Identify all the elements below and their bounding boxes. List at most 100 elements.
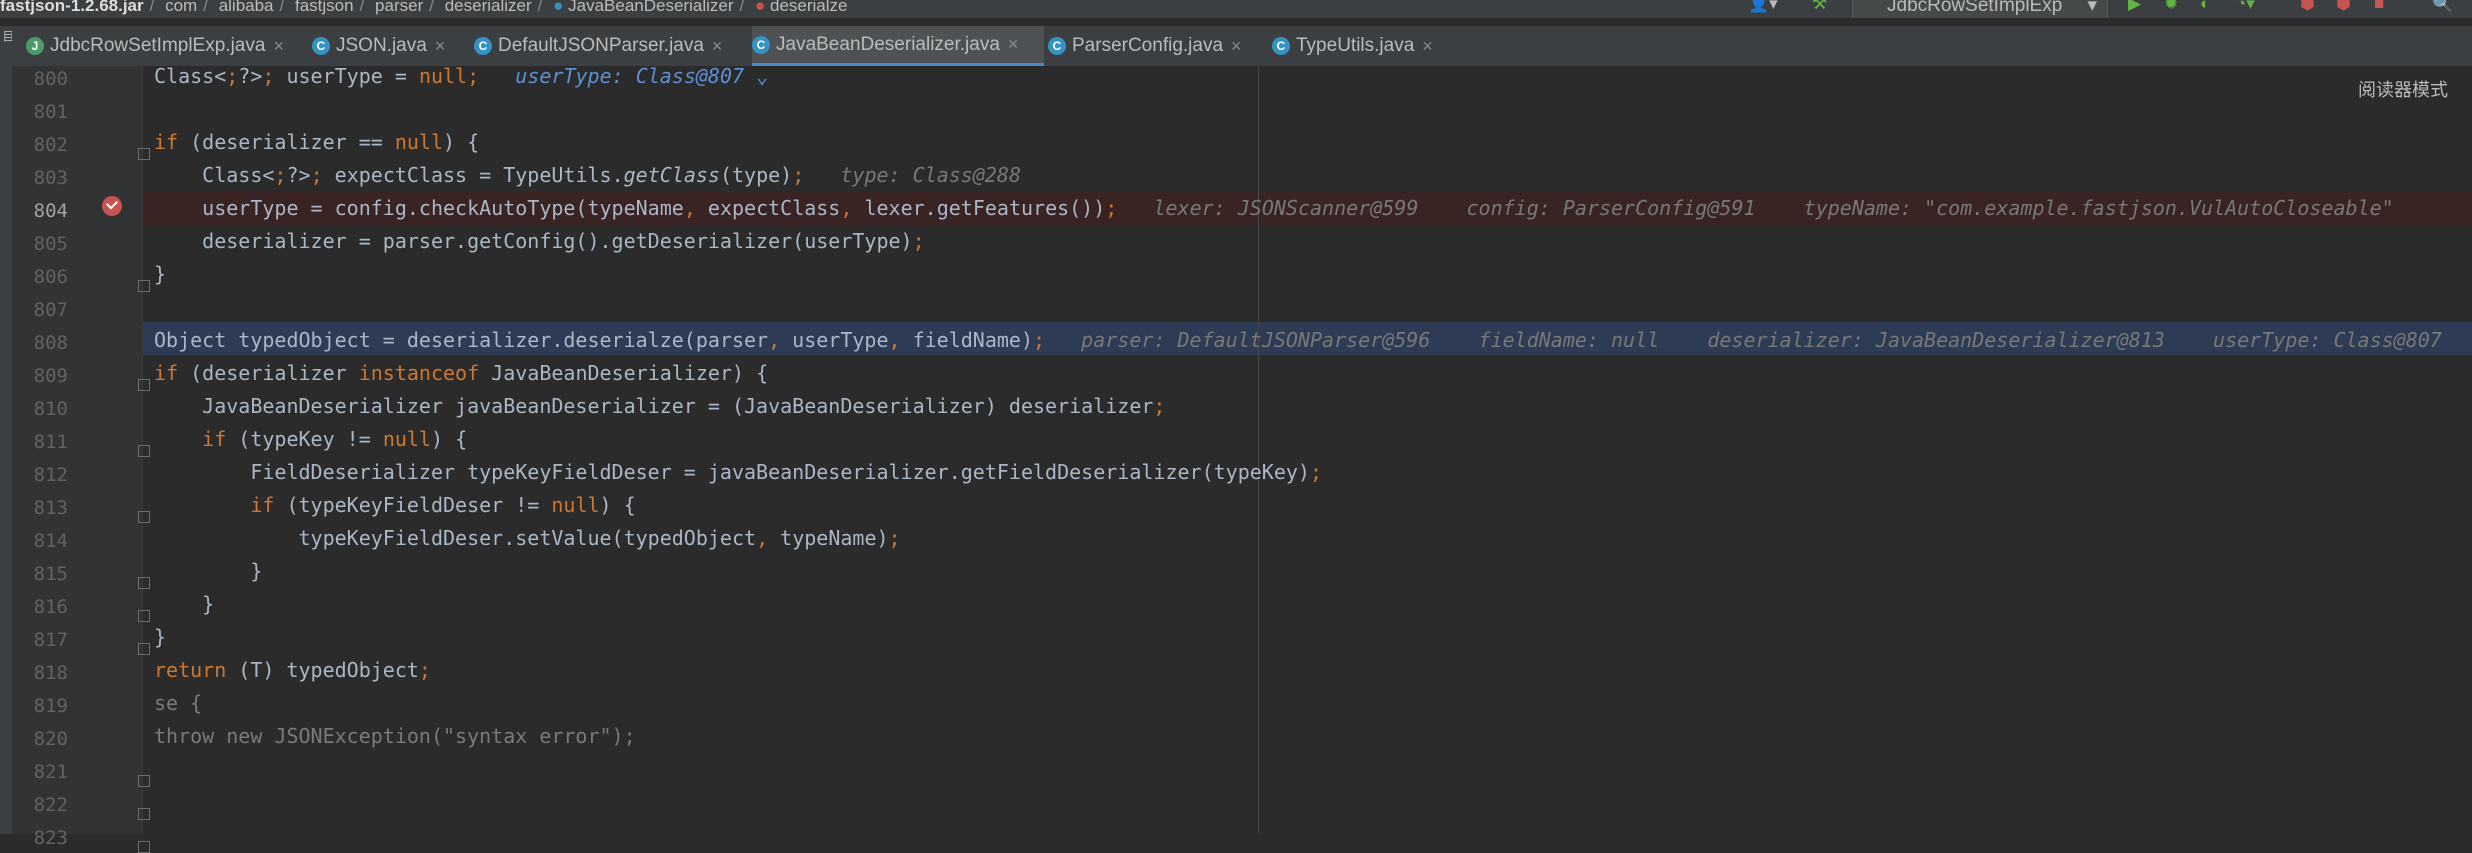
line-number: 814 xyxy=(33,530,68,552)
fold-marker-icon[interactable] xyxy=(138,610,150,622)
code-line[interactable]: } xyxy=(154,588,214,621)
code-line[interactable]: if (typeKey != null) { xyxy=(154,423,467,456)
breadcrumb-fastjson[interactable]: fastjson xyxy=(295,0,354,15)
line-number: 820 xyxy=(33,728,68,750)
code-line[interactable]: deserializer = parser.getConfig().getDes… xyxy=(154,225,924,258)
line-number: 809 xyxy=(33,365,68,387)
line-number: 812 xyxy=(33,464,68,486)
code-line[interactable]: Class<;?>; userType = null; userType: Cl… xyxy=(154,60,768,93)
attach-debugger-icon[interactable]: ⬢ xyxy=(2300,0,2315,14)
code-line[interactable]: se { xyxy=(154,687,202,720)
code-line[interactable]: FieldDeserializer typeKeyFieldDeser = ja… xyxy=(154,456,1322,489)
tab-javabeandeserializer[interactable]: C JavaBeanDeserializer.java × xyxy=(752,26,1044,66)
code-line[interactable]: typeKeyFieldDeser.setValue(typedObject, … xyxy=(154,522,900,555)
project-tool-strip[interactable]: 目 xyxy=(0,26,15,834)
inline-debug-value: parser: DefaultJSONParser@596 fieldName:… xyxy=(1045,328,2442,352)
close-icon[interactable]: × xyxy=(273,36,284,57)
breadcrumb-deserializer[interactable]: deserializer xyxy=(445,0,532,15)
method-icon: ● xyxy=(754,0,766,15)
code-line[interactable]: } xyxy=(154,621,166,654)
fold-marker-icon[interactable] xyxy=(138,775,150,787)
code-text: userType = config.checkAutoType(typeName… xyxy=(154,196,1118,220)
class-icon: C xyxy=(474,37,492,55)
run-config-selector[interactable]: JdbcRowSetImplExp ▾ xyxy=(1852,0,2108,18)
line-number: 821 xyxy=(33,761,68,783)
line-number: 811 xyxy=(33,431,68,453)
code-line[interactable]: } xyxy=(154,258,166,291)
close-icon[interactable]: × xyxy=(1008,34,1019,55)
navigation-bar: fastjson-1.2.68.jar / com / alibaba / fastj… xyxy=(0,0,2472,18)
rerun-icon[interactable]: ⬢ xyxy=(2336,0,2351,14)
line-number: 818 xyxy=(33,662,68,684)
breadcrumb-method[interactable]: deserialze xyxy=(770,0,848,15)
profile-icon[interactable]: ◔▾ xyxy=(2236,0,2255,14)
code-line[interactable]: if (deserializer instanceof JavaBeanDese… xyxy=(154,357,768,390)
inline-debug-value: lexer: JSONScanner@599 config: ParserCon… xyxy=(1117,196,2394,220)
code-text: throw new JSONException("syntax error"); xyxy=(154,724,636,748)
code-text: return (T) typedObject; xyxy=(154,658,431,682)
code-text: if (typeKey != null) { xyxy=(202,427,468,451)
close-icon[interactable]: × xyxy=(435,36,446,57)
code-text: } xyxy=(154,262,167,286)
line-number: 822 xyxy=(33,794,68,816)
code-line[interactable]: return (T) typedObject; xyxy=(154,654,431,687)
tab-parserconfig[interactable]: C ParserConfig.java × xyxy=(1048,26,1268,66)
inline-debug-value: type: Class@288 xyxy=(804,163,1022,187)
line-number: 813 xyxy=(33,497,68,519)
fold-marker-icon[interactable] xyxy=(138,643,150,655)
breadcrumb-alibaba[interactable]: alibaba xyxy=(219,0,274,15)
breadcrumb-com[interactable]: com xyxy=(165,0,197,15)
line-number: 803 xyxy=(33,167,68,189)
code-line[interactable]: } xyxy=(154,555,262,588)
user-icon[interactable]: 👤▾ xyxy=(1748,0,1778,14)
reader-mode-toggle[interactable]: 阅读器模式 xyxy=(2358,76,2448,102)
chevron-down-icon: ▾ xyxy=(2087,0,2097,16)
tab-label: JdbcRowSetImplExp.java xyxy=(50,35,266,56)
fold-marker-icon[interactable] xyxy=(138,280,150,292)
tab-label: TypeUtils.java xyxy=(1296,35,1415,56)
inline-debug-value[interactable]: userType: Class@807 ⌄ xyxy=(479,64,768,88)
code-text: Object typedObject = deserializer.deseri… xyxy=(154,328,1046,352)
breadcrumb-jar[interactable]: fastjson-1.2.68.jar xyxy=(0,0,144,15)
fold-marker-icon[interactable] xyxy=(138,445,150,457)
code-text: Class<;?>; userType = null; xyxy=(154,64,480,88)
search-icon[interactable]: 🔍 xyxy=(2432,0,2453,14)
code-text: Class<;?>; expectClass = TypeUtils.getCl… xyxy=(154,163,805,187)
close-icon[interactable]: × xyxy=(1231,36,1242,57)
debug-icon[interactable]: ✹ xyxy=(2164,0,2178,14)
fold-marker-icon[interactable] xyxy=(138,841,150,853)
line-number: 810 xyxy=(33,398,68,420)
code-line[interactable]: userType = config.checkAutoType(typeName… xyxy=(154,192,2394,225)
line-number: 823 xyxy=(33,827,68,849)
coverage-icon[interactable]: ◐ xyxy=(2200,0,2210,14)
code-text: } xyxy=(154,625,167,649)
fold-marker-icon[interactable] xyxy=(138,808,150,820)
code-line[interactable]: Object typedObject = deserializer.deseri… xyxy=(154,324,2442,357)
fold-marker-icon[interactable] xyxy=(138,379,150,391)
code-line[interactable]: if (deserializer == null) { xyxy=(154,126,479,159)
vertical-scrollbar[interactable] xyxy=(2462,66,2472,834)
code-line[interactable]: throw new JSONException("syntax error"); xyxy=(154,720,636,753)
code-line[interactable]: JavaBeanDeserializer javaBeanDeserialize… xyxy=(154,390,1165,423)
run-icon[interactable]: ▶ xyxy=(2128,0,2141,14)
tab-typeutils[interactable]: C TypeUtils.java × xyxy=(1272,26,1468,66)
code-line[interactable]: Class<;?>; expectClass = TypeUtils.getCl… xyxy=(154,159,1021,192)
fold-marker-icon[interactable] xyxy=(138,577,150,589)
line-number: 808 xyxy=(33,332,68,354)
breadcrumb-class[interactable]: JavaBeanDeserializer xyxy=(568,0,733,15)
java-class-icon: J xyxy=(26,37,44,55)
build-hammer-icon[interactable]: ⚒ xyxy=(1812,0,1827,14)
code-line[interactable]: if (typeKeyFieldDeser != null) { xyxy=(154,489,635,522)
fold-marker-icon[interactable] xyxy=(138,148,150,160)
code-text: if (deserializer instanceof JavaBeanDese… xyxy=(154,361,769,385)
breakpoint-icon[interactable] xyxy=(102,196,122,216)
stop-icon[interactable]: ■ xyxy=(2374,0,2384,14)
fold-marker-icon[interactable] xyxy=(138,511,150,523)
close-icon[interactable]: × xyxy=(712,36,723,57)
line-number: 819 xyxy=(33,695,68,717)
class-icon: C xyxy=(752,35,770,54)
breadcrumb-parser[interactable]: parser xyxy=(375,0,423,15)
line-number: 805 xyxy=(33,233,68,255)
line-number: 807 xyxy=(33,299,68,321)
close-icon[interactable]: × xyxy=(1422,36,1433,57)
